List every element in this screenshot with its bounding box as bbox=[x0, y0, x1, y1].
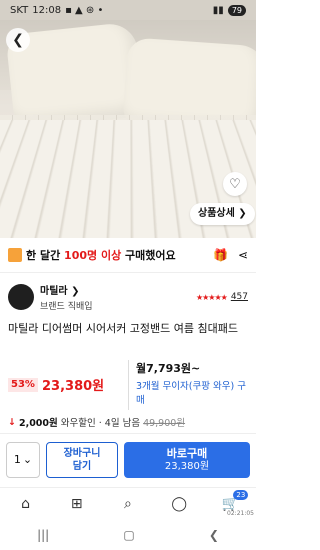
shopping-bag-icon bbox=[8, 248, 22, 262]
carrier: SKT bbox=[10, 4, 29, 16]
cart-badge: 23 bbox=[233, 489, 249, 500]
wishlist-button[interactable]: ♡ bbox=[223, 172, 247, 196]
signal-icon: ▮▮ bbox=[212, 4, 224, 16]
rating-stars: ★★★★★ bbox=[195, 292, 228, 302]
product-detail-button[interactable]: 상품상세 ❯ bbox=[190, 203, 255, 225]
divider bbox=[0, 272, 256, 273]
gift-icon[interactable]: 🎁 bbox=[213, 248, 228, 262]
chevron-left-icon: ❮ bbox=[12, 32, 24, 48]
monthly-price: 월7,793원~ bbox=[136, 362, 201, 375]
price-block: 53% 23,380원 월7,793원~ 3개월 무이자(쿠팡 와우) 구매 bbox=[0, 360, 256, 416]
countdown-timer: 02:21:05 bbox=[227, 510, 254, 517]
discount-badge: 53% bbox=[8, 378, 38, 392]
buy-now-button[interactable]: 바로구매 23,380원 bbox=[124, 441, 250, 478]
review-count[interactable]: 457 bbox=[231, 292, 248, 302]
home-icon: ⌂ bbox=[21, 495, 31, 512]
banner-text-pre: 한 달간 bbox=[26, 249, 61, 262]
original-price: 49,900원 bbox=[143, 418, 186, 429]
coupon-amount: 2,000원 bbox=[18, 418, 58, 429]
cart-button-line1: 장바구니 bbox=[63, 447, 101, 459]
rating[interactable]: ★★★★★ 457 bbox=[196, 292, 248, 302]
nav-home[interactable]: ⌂ bbox=[14, 496, 38, 512]
coupon-line: ↓ 2,000원 와우할인 · 4일 남음 49,900원 bbox=[8, 415, 248, 430]
seller-name[interactable]: 마틸라 ❯ bbox=[40, 282, 196, 297]
share-icon[interactable]: ⋖ bbox=[238, 248, 248, 262]
quantity-select[interactable]: 1 ⌄ bbox=[6, 441, 40, 478]
recents-icon[interactable]: ||| bbox=[37, 528, 49, 542]
bottom-nav: ⌂ ⊞ ⌕ ◯ 🛒 23 02:21:05 bbox=[0, 487, 256, 519]
system-nav: ||| ▢ ❮ bbox=[0, 519, 256, 550]
chevron-down-icon: ⌄ bbox=[22, 453, 33, 466]
banner-text-post: 구매했어요 bbox=[125, 249, 176, 262]
sale-price: 23,380원 bbox=[42, 379, 105, 394]
buy-now-price: 23,380원 bbox=[164, 460, 210, 472]
battery-indicator: 79 bbox=[227, 4, 246, 16]
back-button[interactable]: ❮ bbox=[6, 28, 30, 52]
product-title: 마틸라 디어썸머 시어서커 고정밴드 여름 침대패드 bbox=[8, 322, 239, 335]
purchase-count-banner: 한 달간 100명 이상 구매했어요 🎁 ⋖ bbox=[0, 240, 256, 270]
notification-icon: ▪ ▲ ⊛ • bbox=[65, 4, 104, 16]
back-nav-icon[interactable]: ❮ bbox=[209, 528, 219, 542]
price-divider bbox=[128, 360, 129, 410]
cart-button-line2: 담기 bbox=[72, 460, 92, 472]
seller-logo bbox=[8, 284, 34, 310]
seller-row[interactable]: 마틸라 ❯ 브랜드 직배입 ★★★★★ 457 bbox=[8, 281, 248, 313]
status-bar: SKT 12:08 ▪ ▲ ⊛ • ▮▮ 79 bbox=[0, 0, 256, 20]
category-icon: ⊞ bbox=[70, 495, 83, 512]
installment-info[interactable]: 3개월 무이자(쿠팡 와우) 구매 bbox=[136, 380, 251, 408]
nav-category[interactable]: ⊞ bbox=[65, 496, 89, 512]
arrow-down-icon: ↓ bbox=[8, 416, 16, 428]
search-icon: ⌕ bbox=[124, 495, 132, 512]
installment-text: 3개월 무이자(쿠팡 와우) bbox=[136, 381, 235, 392]
clock: 12:08 bbox=[32, 4, 62, 16]
home-button-icon[interactable]: ▢ bbox=[123, 528, 134, 542]
user-icon: ◯ bbox=[171, 495, 187, 512]
heart-outline-icon: ♡ bbox=[229, 176, 241, 192]
nav-my[interactable]: ◯ bbox=[167, 496, 191, 512]
banner-count: 100명 이상 bbox=[64, 249, 122, 262]
purchase-bar: 1 ⌄ 장바구니 담기 바로구매 23,380원 bbox=[0, 433, 256, 485]
add-to-cart-button[interactable]: 장바구니 담기 bbox=[46, 441, 118, 478]
seller-subtitle: 브랜드 직배입 bbox=[40, 302, 93, 312]
nav-search[interactable]: ⌕ bbox=[116, 496, 140, 512]
buy-now-label: 바로구매 bbox=[166, 446, 208, 460]
coupon-label: 와우할인 · 4일 남음 bbox=[60, 418, 141, 429]
quantity-value: 1 bbox=[13, 453, 21, 466]
